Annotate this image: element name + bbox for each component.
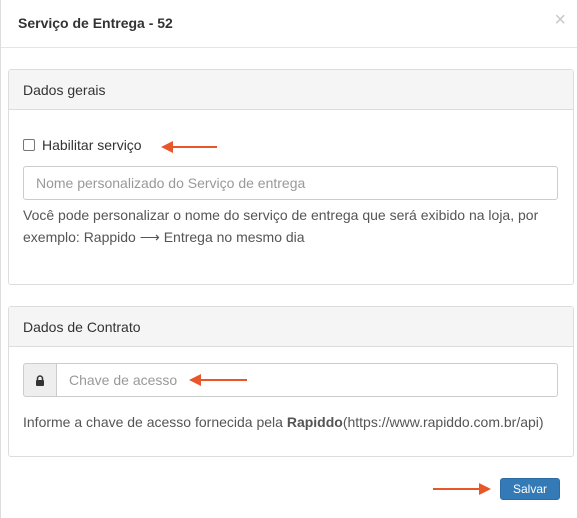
- panel-heading-contract: Dados de Contrato: [9, 307, 573, 347]
- annotation-arrow-save: [433, 483, 491, 495]
- access-key-placeholder: Chave de acesso: [69, 372, 178, 388]
- enable-service-checkbox[interactable]: [23, 139, 35, 151]
- panel-heading-general: Dados gerais: [9, 70, 573, 110]
- close-button[interactable]: ×: [554, 10, 566, 30]
- general-data-panel: Dados gerais Habilitar serviço Nome pers…: [8, 69, 574, 285]
- help-prefix: Informe a chave de acesso fornecida pela: [23, 414, 287, 430]
- help-line-1: Você pode personalizar o nome do serviço…: [23, 207, 539, 223]
- access-key-input[interactable]: Chave de acesso: [57, 363, 558, 397]
- modal-header: Serviço de Entrega - 52 ×: [1, 0, 577, 48]
- annotation-arrow-access-key: [189, 374, 247, 386]
- help-line-2: exemplo: Rappido ⟶ Entrega no mesmo dia: [23, 229, 305, 245]
- enable-service-label[interactable]: Habilitar serviço: [42, 137, 142, 153]
- delivery-service-modal: Serviço de Entrega - 52 × Dados gerais H…: [0, 0, 577, 518]
- annotation-arrow-checkbox: [161, 141, 217, 153]
- enable-service-row[interactable]: Habilitar serviço: [23, 137, 142, 153]
- save-button[interactable]: Salvar: [500, 478, 560, 500]
- modal-title: Serviço de Entrega - 52: [18, 15, 173, 31]
- help-brand: Rapiddo: [286, 414, 343, 430]
- access-key-help: Informe a chave de acesso fornecida pela…: [23, 411, 563, 433]
- service-name-input[interactable]: Nome personalizado do Serviço de entrega: [23, 166, 558, 200]
- service-name-placeholder: Nome personalizado do Serviço de entrega: [36, 175, 306, 191]
- lock-icon: [23, 363, 57, 397]
- help-suffix: (https://www.rapiddo.com.br/api): [342, 414, 544, 430]
- service-name-help: Você pode personalizar o nome do serviço…: [23, 204, 553, 248]
- contract-data-panel: Dados de Contrato Chave de acesso Inform…: [8, 306, 574, 457]
- access-key-group: Chave de acesso: [23, 363, 558, 397]
